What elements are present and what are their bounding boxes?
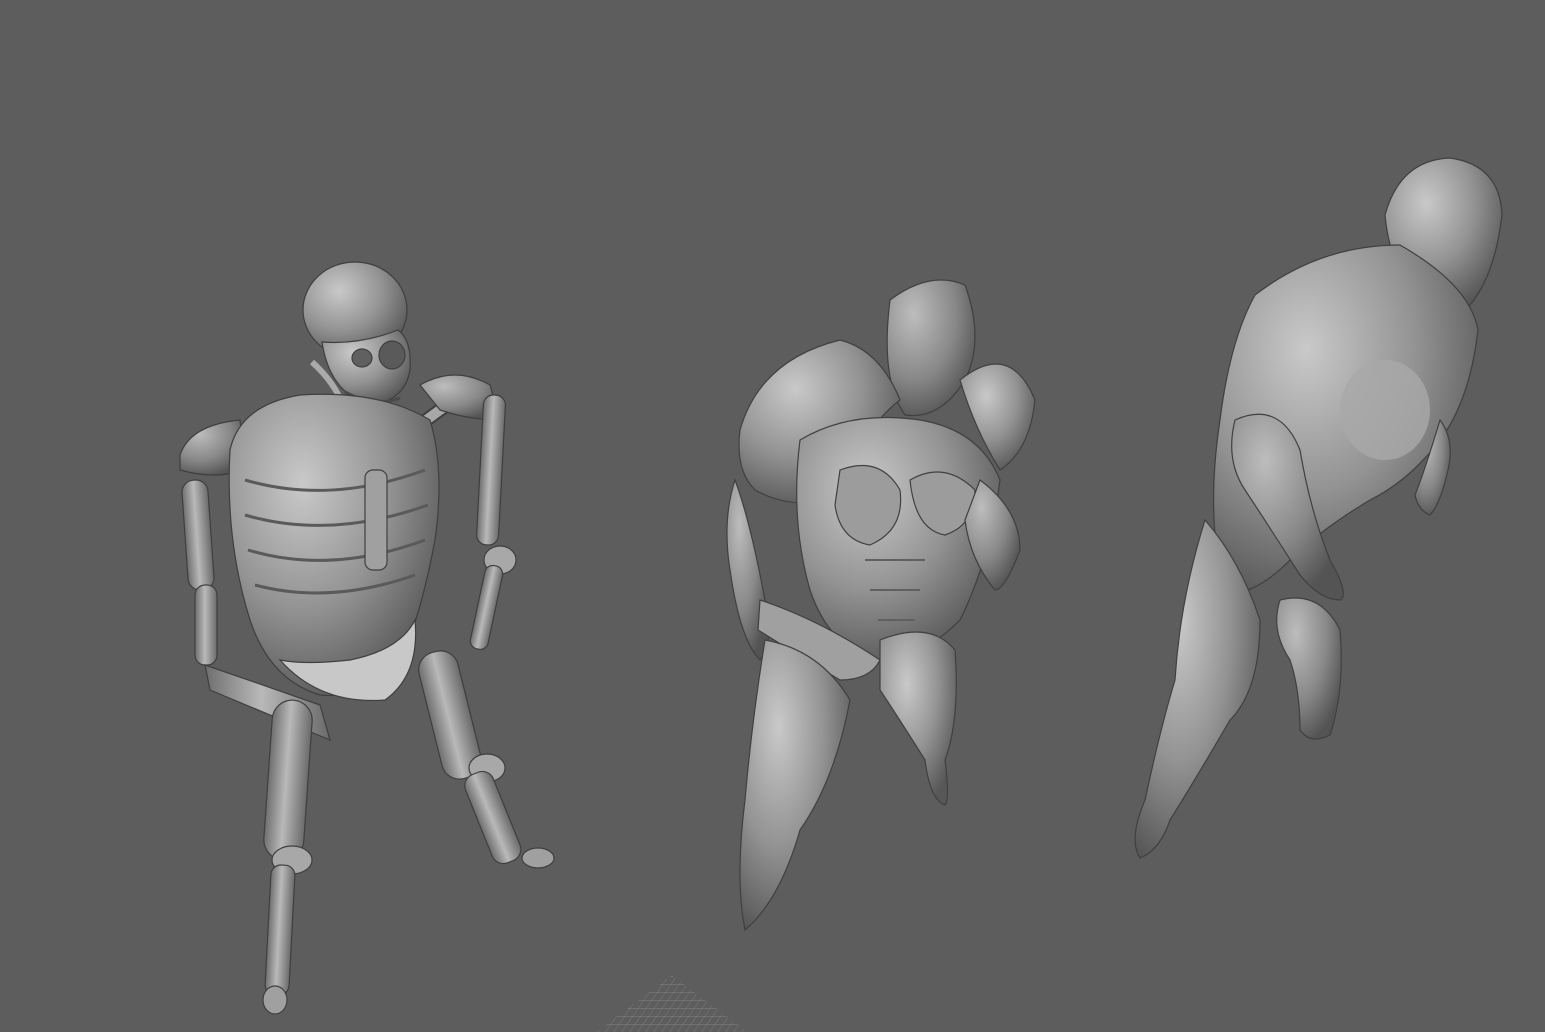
3d-viewport[interactable] bbox=[0, 0, 1545, 1032]
ground-grid bbox=[596, 975, 748, 1032]
viewport-canvas bbox=[179, 157, 1503, 1032]
body-model[interactable] bbox=[1134, 157, 1503, 859]
muscle-model[interactable] bbox=[726, 279, 1036, 932]
skeleton-model[interactable] bbox=[179, 261, 555, 1015]
